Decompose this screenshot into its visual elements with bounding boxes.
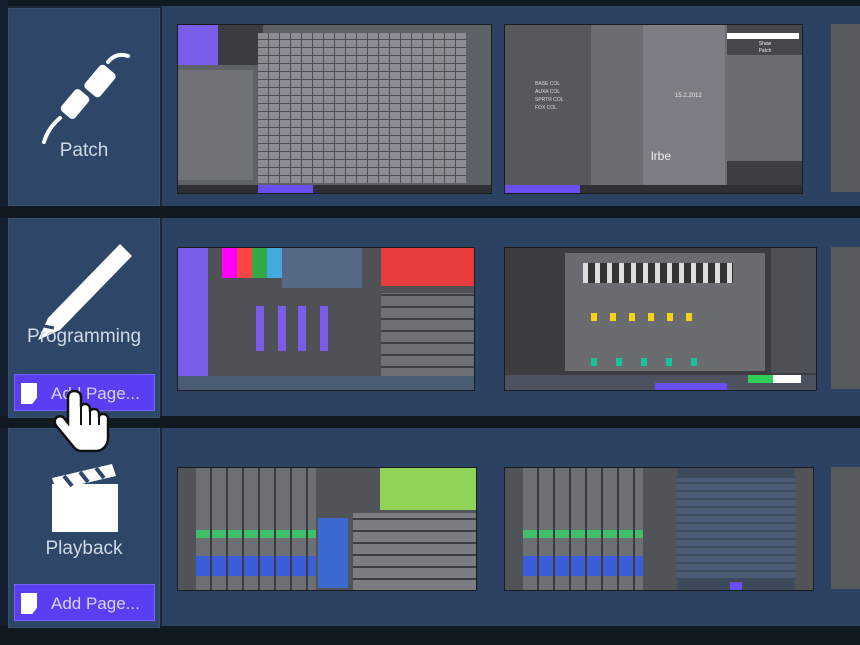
page-thumbnail[interactable] <box>177 24 492 194</box>
left-edge <box>0 0 8 645</box>
page-thumbnail[interactable] <box>831 467 860 589</box>
category-label: Programming <box>26 326 142 347</box>
category-label: Patch <box>59 140 109 161</box>
category-patch[interactable]: Patch <box>8 8 160 206</box>
page-thumbnail[interactable] <box>177 247 475 391</box>
document-icon <box>21 593 37 614</box>
add-page-label: Add Page... <box>51 594 140 613</box>
page-thumbnail[interactable] <box>831 247 860 389</box>
page-thumbnail[interactable] <box>504 467 814 591</box>
patch-date: 15.2.2012 <box>675 93 702 99</box>
logo: lrbe <box>651 149 672 163</box>
clapperboard-icon <box>52 464 118 532</box>
page-thumbnail[interactable] <box>831 24 860 192</box>
page-thumbnail[interactable]: BASE COL AUXA COL SPRTR COL FOX COL 15.2… <box>504 24 803 194</box>
hand-cursor-icon <box>53 389 110 453</box>
row-divider <box>0 206 860 218</box>
patch-values: BASE COL AUXA COL SPRTR COL FOX COL <box>535 81 564 111</box>
add-page-button[interactable]: Add Page... <box>14 584 155 621</box>
document-icon <box>21 383 37 404</box>
bottom-bar <box>0 626 860 645</box>
page-thumbnail[interactable] <box>504 247 817 391</box>
plug-icon <box>42 52 130 144</box>
category-label: Playback <box>45 538 123 559</box>
page-thumbnail[interactable] <box>177 467 477 591</box>
